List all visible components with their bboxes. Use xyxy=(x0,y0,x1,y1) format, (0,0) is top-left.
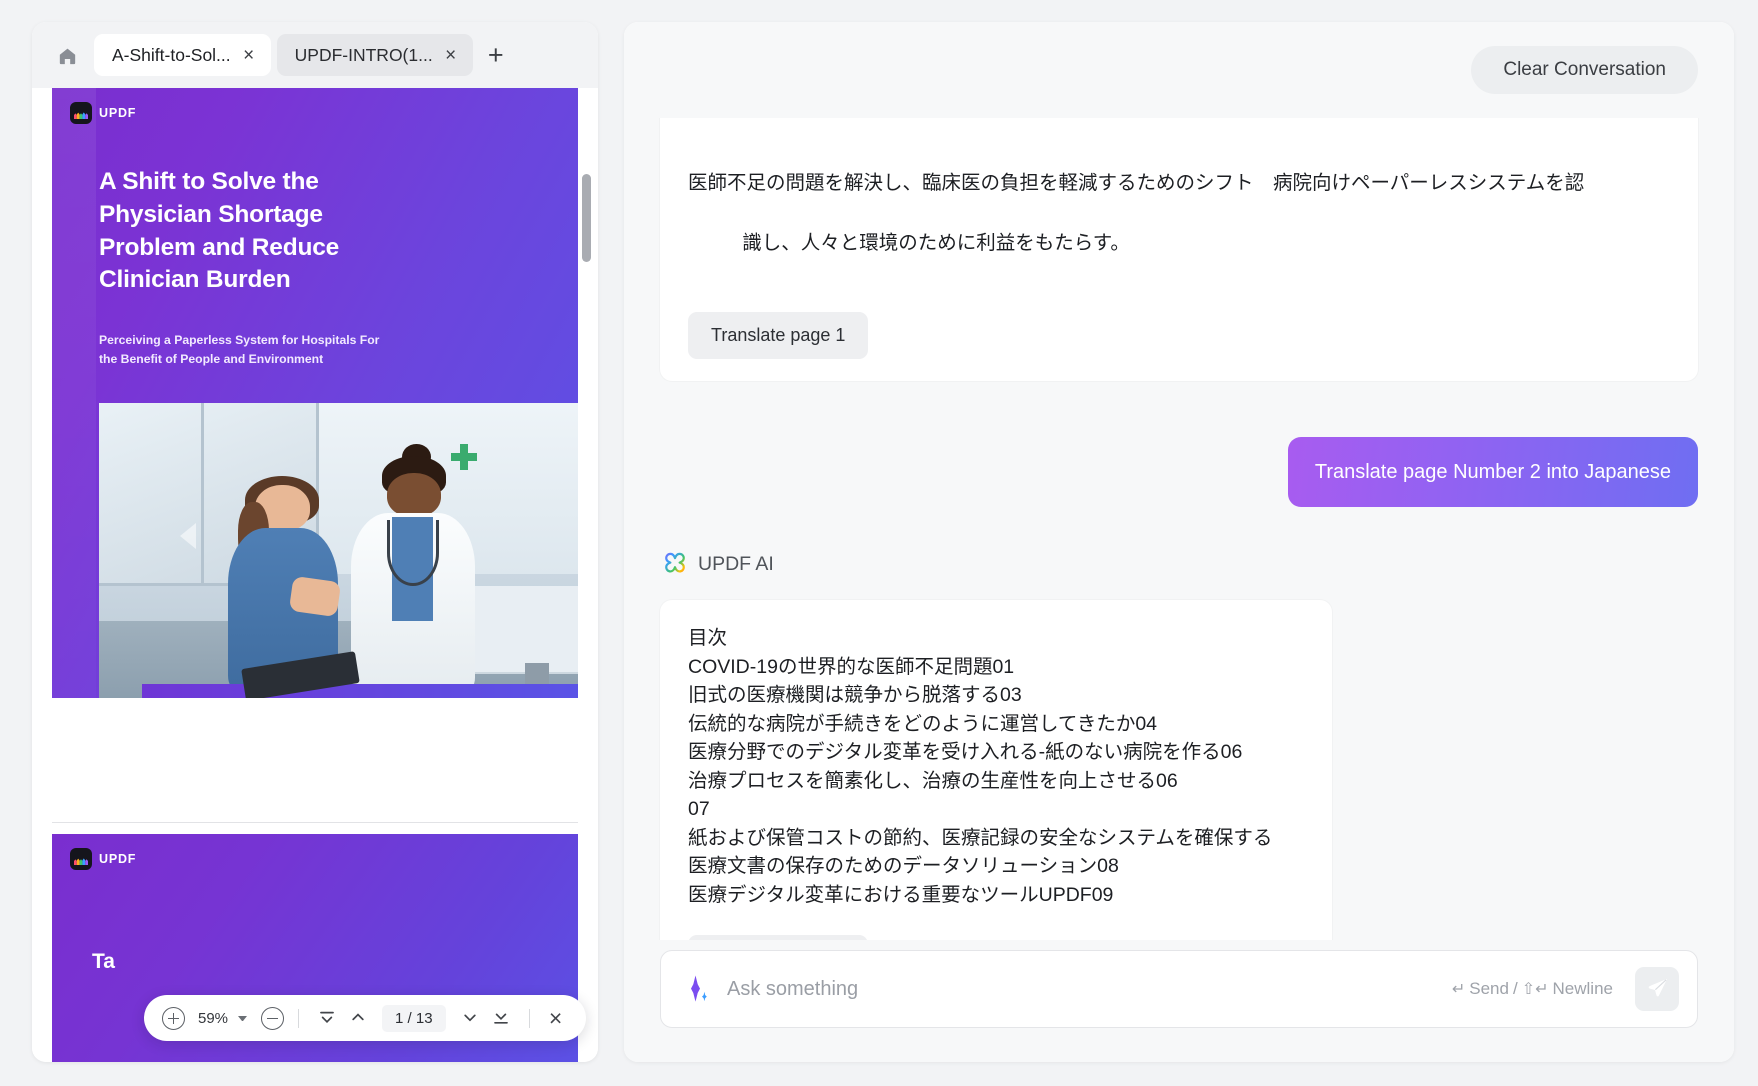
new-tab-button[interactable]: + xyxy=(479,38,513,72)
assistant-message-text: 医師不足の問題を解決し、臨床医の負担を軽減するためのシフト 病院向けペーパーレス… xyxy=(688,118,1670,286)
cover-hero: UPDF A Shift to Solve the Physician Shor… xyxy=(52,88,578,698)
cover-subtitle: Perceiving a Paperless System for Hospit… xyxy=(99,331,389,370)
clear-conversation-button[interactable]: Clear Conversation xyxy=(1471,46,1698,94)
next-page-icon[interactable] xyxy=(456,1004,484,1032)
updf-brand-badge: UPDF xyxy=(70,848,136,870)
chat-message-list[interactable]: 医師不足の問題を解決し、臨床医の負担を軽減するためのシフト 病院向けペーパーレス… xyxy=(624,118,1734,940)
pdf-page-1[interactable]: UPDF A Shift to Solve the Physician Shor… xyxy=(52,88,578,823)
tab-a-shift-to-solve[interactable]: A-Shift-to-Sol... × xyxy=(94,34,271,76)
composer[interactable]: ↵ Send / ⇧↵ Newline xyxy=(660,950,1698,1028)
pdf-viewer-toolbar: 59% 1 / 13 xyxy=(144,995,586,1041)
tab-updf-intro[interactable]: UPDF-INTRO(1... × xyxy=(277,34,473,76)
ask-input[interactable] xyxy=(727,969,1436,1009)
photo-accent-bar xyxy=(142,684,578,698)
zoom-in-icon[interactable] xyxy=(162,1007,185,1030)
assistant-message-card: 医師不足の問題を解決し、臨床医の負担を軽減するためのシフト 病院向けペーパーレス… xyxy=(660,118,1698,381)
sparkle-icon xyxy=(685,974,711,1004)
close-toolbar-icon[interactable]: × xyxy=(544,1007,568,1030)
last-page-icon[interactable] xyxy=(487,1004,515,1032)
updf-clover-icon xyxy=(662,549,688,580)
user-message-row: Translate page Number 2 into Japanese xyxy=(660,437,1698,507)
enter-key-icon: ↵ xyxy=(1452,979,1465,999)
updf-app-window: A-Shift-to-Sol... × UPDF-INTRO(1... × + xyxy=(0,0,1758,1086)
tab-label: UPDF-INTRO(1... xyxy=(295,45,433,66)
updf-logo-icon xyxy=(70,848,92,870)
updf-brand-text: UPDF xyxy=(99,106,136,120)
send-shortcut-hint: ↵ Send / ⇧↵ Newline xyxy=(1452,979,1613,999)
toolbar-divider xyxy=(298,1009,299,1028)
toolbar-divider xyxy=(529,1009,530,1028)
pdf-viewer-panel: A-Shift-to-Sol... × UPDF-INTRO(1... × + xyxy=(32,22,598,1062)
assistant-name-label: UPDF AI xyxy=(698,553,774,576)
ai-panel-header: Clear Conversation xyxy=(624,22,1734,118)
pdf-document-area[interactable]: UPDF A Shift to Solve the Physician Shor… xyxy=(32,88,598,1062)
zoom-level-value[interactable]: 59% xyxy=(198,1010,228,1027)
pdf-vertical-scrollbar[interactable] xyxy=(582,160,591,1042)
assistant-card-actions: Translate page 2 Keep translating xyxy=(688,935,1304,940)
newline-hint-label: Newline xyxy=(1553,979,1613,999)
tab-label: A-Shift-to-Sol... xyxy=(112,45,231,66)
home-icon xyxy=(56,44,79,67)
hint-divider: / xyxy=(1513,979,1518,999)
home-button[interactable] xyxy=(46,34,88,76)
translate-page-2-button[interactable]: Translate page 2 xyxy=(688,935,868,940)
prev-page-icon[interactable] xyxy=(344,1004,372,1032)
close-icon[interactable]: × xyxy=(240,46,258,65)
first-page-icon[interactable] xyxy=(313,1004,341,1032)
updf-brand-badge: UPDF xyxy=(70,102,136,124)
assistant-message-text: 目次 COVID-19の世界的な医師不足問題01 旧式の医療機関は競争から脱落す… xyxy=(688,624,1304,909)
send-paper-plane-icon xyxy=(1646,976,1669,1002)
send-hint-label: Send xyxy=(1469,979,1509,999)
assistant-message-card: 目次 COVID-19の世界的な医師不足問題01 旧式の医療機関は競争から脱落す… xyxy=(660,600,1332,940)
assistant-clipped-line: 医師不足の問題を解決し、臨床医の負担を軽減するためのシフト 病院向けペーパーレス… xyxy=(688,169,1670,195)
assistant-identity-row: UPDF AI xyxy=(662,549,1698,580)
shift-enter-key-icon: ⇧↵ xyxy=(1522,979,1549,999)
user-message-bubble: Translate page Number 2 into Japanese xyxy=(1288,437,1698,507)
updf-logo-icon xyxy=(70,102,92,124)
translate-page-1-button[interactable]: Translate page 1 xyxy=(688,312,868,359)
pdf-scroll-content: UPDF A Shift to Solve the Physician Shor… xyxy=(32,88,598,1062)
assistant-visible-line: 識し、人々と環境のために利益をもたらす。 xyxy=(742,232,1130,254)
page2-partial-heading: Ta xyxy=(92,950,115,974)
tab-bar: A-Shift-to-Sol... × UPDF-INTRO(1... × + xyxy=(32,22,598,88)
send-button[interactable] xyxy=(1635,967,1679,1011)
cover-photo xyxy=(99,403,578,698)
close-icon[interactable]: × xyxy=(442,46,460,65)
updf-brand-text: UPDF xyxy=(99,852,136,866)
page-indicator[interactable]: 1 / 13 xyxy=(382,1005,446,1032)
scrollbar-thumb[interactable] xyxy=(582,174,591,262)
cover-title: A Shift to Solve the Physician Shortage … xyxy=(99,166,399,297)
composer-area: ↵ Send / ⇧↵ Newline xyxy=(624,940,1734,1062)
assistant-card-actions: Translate page 1 xyxy=(688,312,1670,359)
photo-left-arrow-icon xyxy=(180,523,196,549)
zoom-out-icon[interactable] xyxy=(261,1007,284,1030)
ai-chat-panel: Clear Conversation 医師不足の問題を解決し、臨床医の負担を軽減… xyxy=(624,22,1734,1062)
chevron-down-icon[interactable] xyxy=(238,1016,247,1021)
